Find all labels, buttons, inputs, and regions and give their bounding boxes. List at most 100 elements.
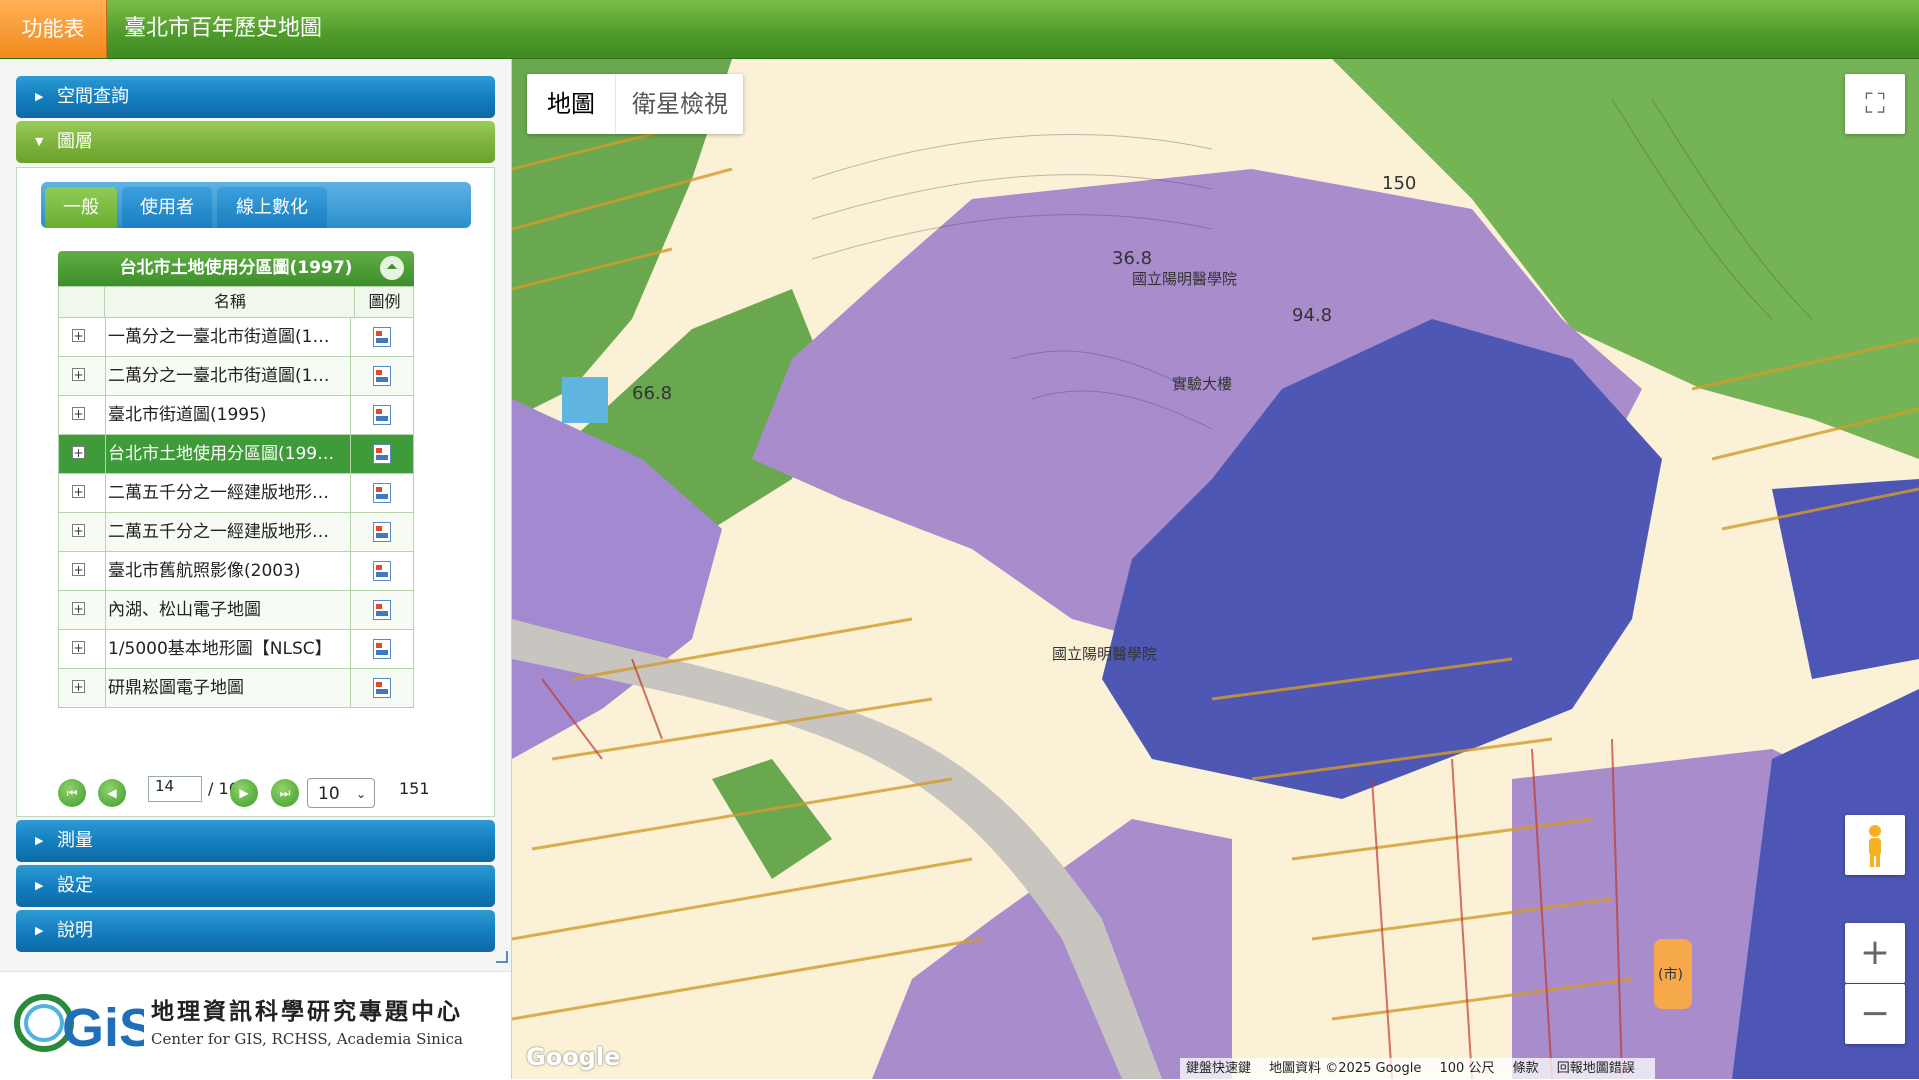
map-attribution: 鍵盤快速鍵 地圖資料 ©2025 Google 100 公尺 條款 回報地圖錯誤 <box>1180 1058 1655 1079</box>
legend-icon[interactable] <box>373 366 391 386</box>
layer-row[interactable]: + 一萬分之一臺北市街道圖(1… <box>58 318 414 357</box>
layer-row[interactable]: + 研鼎崧圖電子地圖 <box>58 669 414 708</box>
last-page-icon[interactable]: ⏭ <box>271 779 299 807</box>
map-type-map-button[interactable]: 地圖 <box>527 74 615 134</box>
expand-plus-icon[interactable]: + <box>72 524 85 537</box>
expand-plus-icon[interactable]: + <box>72 641 85 654</box>
logo-english: Center for GIS, RCHSS, Academia Sinica <box>151 1030 463 1048</box>
next-page-icon[interactable]: ▶ <box>230 779 258 807</box>
legend-cell <box>350 357 413 395</box>
layer-row[interactable]: + 二萬五千分之一經建版地形… <box>58 513 414 552</box>
expand-plus-icon[interactable]: + <box>72 446 85 459</box>
accordion-label: 測量 <box>57 830 93 851</box>
resize-handle-icon[interactable] <box>496 951 508 963</box>
page-size-select[interactable]: 10 ⌄ <box>307 778 375 808</box>
expand-plus-icon[interactable]: + <box>72 563 85 576</box>
legend-icon[interactable] <box>373 639 391 659</box>
layer-tabbar: 一般 使用者 線上數化 <box>41 182 471 228</box>
page-size-value: 10 <box>318 784 340 804</box>
legend-icon[interactable] <box>373 327 391 347</box>
total-count: 151 <box>399 779 430 798</box>
map-type-satellite-button[interactable]: 衛星檢視 <box>615 74 744 134</box>
expand-plus-icon[interactable]: + <box>72 329 85 342</box>
prev-page-icon[interactable]: ◀ <box>98 779 126 807</box>
accordion-help[interactable]: ▶ 說明 <box>16 910 495 952</box>
layers-panel: 一般 使用者 線上數化 台北市土地使用分區圖(1997) ⏶ 名稱 圖例 + 一萬… <box>16 167 495 817</box>
menu-button[interactable]: 功能表 <box>0 0 107 58</box>
map-label-elevation-4: 150 <box>1382 173 1416 194</box>
grid-column-header: 名稱 圖例 <box>58 286 414 318</box>
map-type-control: 地圖 衛星檢視 <box>527 74 743 134</box>
legend-cell <box>350 435 413 473</box>
layer-row[interactable]: + 二萬分之一臺北市街道圖(1… <box>58 357 414 396</box>
layer-name: 台北市土地使用分區圖(199… <box>105 435 350 473</box>
expand-plus-icon[interactable]: + <box>72 602 85 615</box>
terms-link[interactable]: 條款 <box>1513 1061 1539 1076</box>
legend-cell <box>350 513 413 551</box>
keyboard-shortcuts-link[interactable]: 鍵盤快速鍵 <box>1186 1061 1251 1076</box>
tab-user[interactable]: 使用者 <box>122 187 212 228</box>
layer-row[interactable]: + 臺北市街道圖(1995) <box>58 396 414 435</box>
legend-icon[interactable] <box>373 444 391 464</box>
legend-icon[interactable] <box>373 561 391 581</box>
expand-triangle-icon: ▶ <box>35 834 44 847</box>
map-label-elevation-1: 36.8 <box>1112 248 1152 269</box>
map-label-elevation-2: 94.8 <box>1292 305 1332 326</box>
map-canvas[interactable]: 36.8 94.8 66.8 150 國立陽明醫學院 實驗大樓 國立陽明醫學院 … <box>512 59 1919 1079</box>
center-logo: GiS 地理資訊科學研究專題中心 Center for GIS, RCHSS, … <box>0 971 511 1080</box>
legend-icon[interactable] <box>373 483 391 503</box>
layer-row[interactable]: + 二萬五千分之一經建版地形… <box>58 474 414 513</box>
accordion-spatial-query[interactable]: ▶ 空間查詢 <box>16 76 495 118</box>
fullscreen-icon[interactable]: ⛶ <box>1845 74 1905 134</box>
report-error-link[interactable]: 回報地圖錯誤 <box>1557 1061 1635 1076</box>
scale-bar[interactable]: 100 公尺 <box>1440 1061 1495 1076</box>
column-legend[interactable]: 圖例 <box>354 287 414 317</box>
expand-plus-icon[interactable]: + <box>72 680 85 693</box>
accordion-layers[interactable]: ▼ 圖層 <box>16 121 495 163</box>
layer-name: 1/5000基本地形圖【NLSC】 <box>105 630 350 668</box>
tab-general[interactable]: 一般 <box>45 187 117 228</box>
expand-plus-icon[interactable]: + <box>72 485 85 498</box>
legend-cell <box>350 396 413 434</box>
logo-chinese: 地理資訊科學研究專題中心 <box>151 998 463 1025</box>
layer-row[interactable]: +1/5000基本地形圖【NLSC】 <box>58 630 414 669</box>
legend-cell <box>350 474 413 512</box>
first-page-icon[interactable]: ⏮ <box>58 779 86 807</box>
expand-triangle-icon: ▶ <box>35 924 44 937</box>
layer-row[interactable]: + 臺北市舊航照影像(2003) <box>58 552 414 591</box>
legend-icon[interactable] <box>373 678 391 698</box>
layer-name: 二萬分之一臺北市街道圖(1… <box>105 357 350 395</box>
legend-icon[interactable] <box>373 405 391 425</box>
column-name[interactable]: 名稱 <box>104 287 355 317</box>
google-logo: Google <box>526 1043 621 1071</box>
collapse-grid-icon[interactable]: ⏶ <box>380 256 404 280</box>
pager: ⏮ ◀ 14 / 16 ▶ ⏭ 10 ⌄ 151 <box>58 773 438 813</box>
zoom-in-button[interactable]: + <box>1845 923 1905 983</box>
expand-plus-icon[interactable]: + <box>72 368 85 381</box>
app-title: 臺北市百年歷史地圖 <box>124 16 323 41</box>
page-number-input[interactable]: 14 <box>148 776 202 802</box>
layer-name: 臺北市街道圖(1995) <box>105 396 350 434</box>
chevron-down-icon: ⌄ <box>355 787 366 801</box>
map-image[interactable]: 36.8 94.8 66.8 150 國立陽明醫學院 實驗大樓 國立陽明醫學院 … <box>512 59 1919 1079</box>
tab-online-digitize[interactable]: 線上數化 <box>217 187 327 228</box>
layer-row[interactable]: + 台北市土地使用分區圖(199… <box>58 435 414 474</box>
layer-name: 臺北市舊航照影像(2003) <box>105 552 350 590</box>
legend-icon[interactable] <box>373 522 391 542</box>
expand-triangle-icon: ▶ <box>35 879 44 892</box>
legend-cell <box>350 630 413 668</box>
map-data-credit: 地圖資料 ©2025 Google <box>1269 1061 1422 1076</box>
zoom-out-button[interactable]: − <box>1845 984 1905 1044</box>
expand-plus-icon[interactable]: + <box>72 407 85 420</box>
layer-name: 內湖、松山電子地圖 <box>105 591 350 629</box>
layer-row[interactable]: + 內湖、松山電子地圖 <box>58 591 414 630</box>
legend-cell <box>350 552 413 590</box>
collapse-triangle-icon: ▼ <box>35 135 44 148</box>
legend-icon[interactable] <box>373 600 391 620</box>
map-label-elevation-3: 66.8 <box>632 383 672 404</box>
expand-triangle-icon: ▶ <box>35 90 44 103</box>
accordion-settings[interactable]: ▶ 設定 <box>16 865 495 907</box>
layer-list: + 一萬分之一臺北市街道圖(1… + 二萬分之一臺北市街道圖(1… + 臺北市街道圖(19… <box>58 318 414 708</box>
street-view-pegman-icon[interactable] <box>1845 815 1905 875</box>
accordion-measure[interactable]: ▶ 測量 <box>16 820 495 862</box>
